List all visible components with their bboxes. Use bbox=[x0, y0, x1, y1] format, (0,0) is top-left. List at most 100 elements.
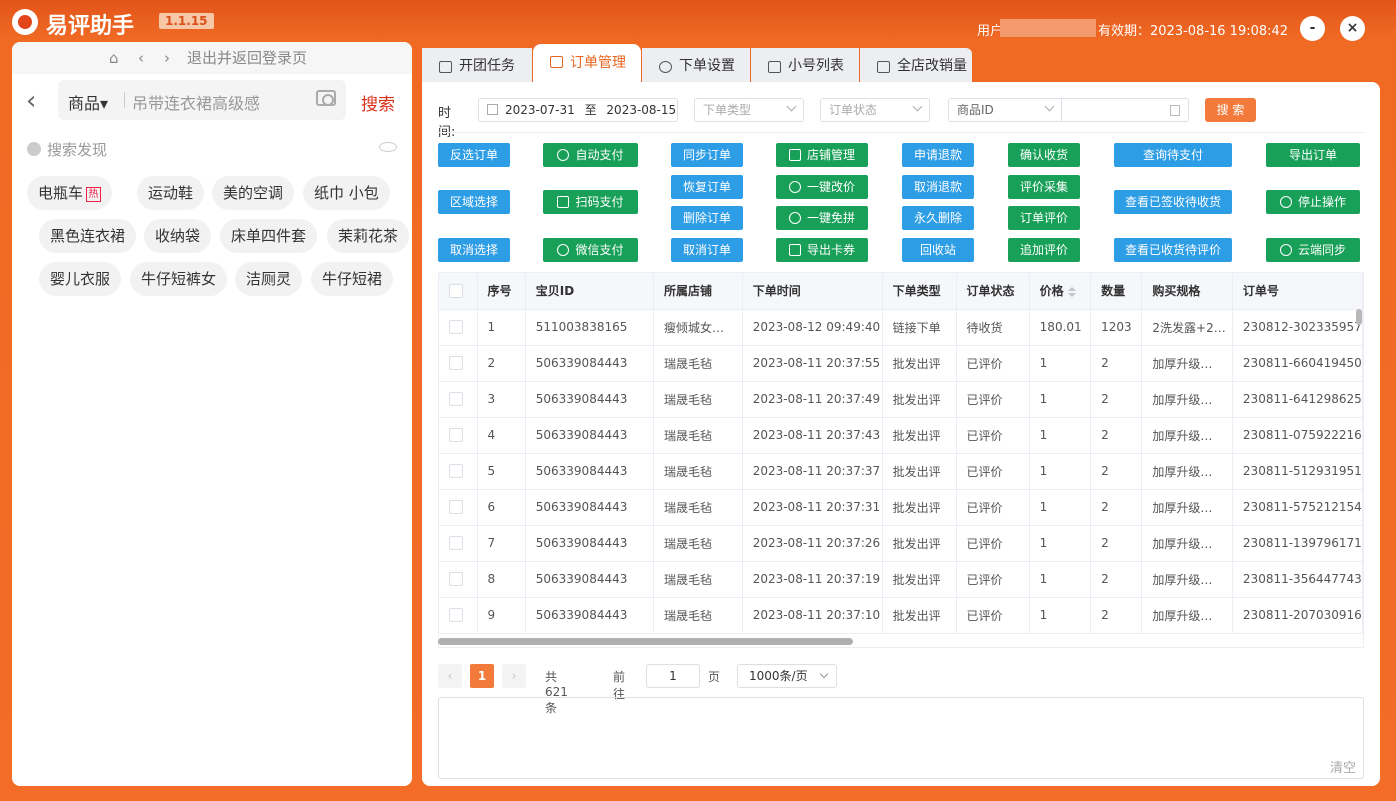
page-number-current[interactable]: 1 bbox=[470, 664, 494, 688]
vertical-scrollbar[interactable] bbox=[1356, 309, 1362, 325]
export-coupons-button[interactable]: 导出卡券 bbox=[776, 238, 868, 262]
chip[interactable]: 收纳袋 bbox=[144, 219, 212, 253]
checkbox[interactable] bbox=[449, 536, 463, 551]
minimize-button[interactable]: - bbox=[1300, 16, 1325, 41]
view-signed-pending-button[interactable]: 查看已签收待收货 bbox=[1114, 190, 1232, 214]
recycle-bin-button[interactable]: 回收站 bbox=[902, 238, 974, 262]
area-select-button[interactable]: 区域选择 bbox=[438, 190, 510, 214]
confirm-receipt-button[interactable]: 确认收货 bbox=[1008, 143, 1080, 167]
nav-forward-icon[interactable]: › bbox=[164, 42, 170, 74]
row-checkbox-cell[interactable] bbox=[439, 381, 478, 418]
chip[interactable]: 茉莉花茶 bbox=[327, 219, 410, 253]
date-range-picker[interactable]: 2023-07-31 至 2023-08-15 bbox=[478, 98, 678, 122]
filter-search-button[interactable]: 搜 索 bbox=[1205, 98, 1256, 122]
chip[interactable]: 运动鞋 bbox=[137, 176, 205, 210]
add-review-button[interactable]: 追加评价 bbox=[1008, 238, 1080, 262]
checkbox[interactable] bbox=[449, 608, 463, 623]
cloud-sync-button[interactable]: 云端同步 bbox=[1266, 238, 1360, 262]
price-column-header[interactable]: 价格 bbox=[1029, 273, 1092, 310]
row-checkbox-cell[interactable] bbox=[439, 309, 478, 346]
delete-orders-button[interactable]: 删除订单 bbox=[671, 206, 743, 230]
sort-icon[interactable] bbox=[1067, 286, 1076, 297]
nav-back-icon[interactable]: ‹ bbox=[138, 42, 144, 74]
tab-order-management[interactable]: 订单管理 bbox=[533, 44, 641, 86]
page-size-select[interactable]: 1000条/页 bbox=[737, 664, 837, 688]
checkbox[interactable] bbox=[449, 464, 463, 479]
chip[interactable]: 纸巾 小包 bbox=[303, 176, 390, 210]
chip[interactable]: 婴儿衣服 bbox=[39, 262, 122, 296]
back-arrow-icon[interactable]: ‹ bbox=[26, 86, 36, 116]
cancel-select-button[interactable]: 取消选择 bbox=[438, 238, 510, 262]
store-manage-button[interactable]: 店铺管理 bbox=[776, 143, 868, 167]
logout-link[interactable]: 退出并返回登录页 bbox=[187, 42, 307, 74]
stop-operation-button[interactable]: 停止操作 bbox=[1266, 190, 1360, 214]
wechat-pay-button[interactable]: 微信支付 bbox=[543, 238, 638, 262]
search-category-dropdown[interactable]: 商品▾ bbox=[68, 90, 108, 114]
invert-select-button[interactable]: 反选订单 bbox=[438, 143, 510, 167]
chip[interactable]: 电瓶车热 bbox=[27, 176, 113, 210]
table-row[interactable]: 6 506339084443 瑞晟毛毡 2023-08-11 20:37:31 批发出评… bbox=[439, 489, 1363, 526]
export-orders-button[interactable]: 导出订单 bbox=[1266, 143, 1360, 167]
tab-store-sales[interactable]: 全店改销量 bbox=[860, 48, 972, 84]
checkbox[interactable] bbox=[449, 356, 463, 371]
chip[interactable]: 牛仔短裙 bbox=[311, 262, 394, 296]
select-all-checkbox[interactable] bbox=[439, 273, 478, 310]
clear-log-button[interactable]: 清空 bbox=[1330, 757, 1356, 776]
eye-icon[interactable] bbox=[379, 142, 397, 152]
row-checkbox-cell[interactable] bbox=[439, 597, 478, 634]
search-button[interactable]: 搜索 bbox=[361, 90, 395, 115]
table-row[interactable]: 9 506339084443 瑞晟毛毡 2023-08-11 20:37:10 批发出评… bbox=[439, 597, 1363, 634]
checkbox[interactable] bbox=[449, 500, 463, 515]
tab-order-settings[interactable]: 下单设置 bbox=[642, 48, 750, 84]
log-output-area[interactable] bbox=[438, 697, 1364, 779]
cancel-orders-button[interactable]: 取消订单 bbox=[671, 238, 743, 262]
row-checkbox-cell[interactable] bbox=[439, 489, 478, 526]
chip[interactable]: 洁厕灵 bbox=[235, 262, 303, 296]
restore-orders-button[interactable]: 恢复订单 bbox=[671, 175, 743, 199]
chip[interactable]: 牛仔短裤女 bbox=[130, 262, 228, 296]
checkbox[interactable] bbox=[449, 428, 463, 443]
search-box[interactable]: 商品▾ 吊带连衣裙高级感 bbox=[58, 80, 346, 120]
checkbox[interactable] bbox=[449, 392, 463, 407]
free-group-button[interactable]: 一键免拼 bbox=[776, 206, 868, 230]
scan-pay-button[interactable]: 扫码支付 bbox=[543, 190, 638, 214]
table-row[interactable]: 2 506339084443 瑞晟毛毡 2023-08-11 20:37:55 批发出评… bbox=[439, 345, 1363, 382]
tab-account-list[interactable]: 小号列表 bbox=[751, 48, 859, 84]
prev-page-button[interactable]: ‹ bbox=[438, 664, 462, 688]
request-refund-button[interactable]: 申请退款 bbox=[902, 143, 974, 167]
next-page-button[interactable]: › bbox=[502, 664, 526, 688]
review-collect-button[interactable]: 评价采集 bbox=[1008, 175, 1080, 199]
reprice-button[interactable]: 一键改价 bbox=[776, 175, 868, 199]
field-select[interactable]: 商品ID bbox=[948, 98, 1062, 122]
view-received-pending-review-button[interactable]: 查看已收货待评价 bbox=[1114, 238, 1232, 262]
table-row[interactable]: 5 506339084443 瑞晟毛毡 2023-08-11 20:37:37 批发出评… bbox=[439, 453, 1363, 490]
auto-pay-button[interactable]: 自动支付 bbox=[543, 143, 638, 167]
row-checkbox-cell[interactable] bbox=[439, 561, 478, 598]
checkbox[interactable] bbox=[449, 572, 463, 587]
table-row[interactable]: 1 511003838165 瘦倾城女… 2023-08-12 09:49:40 链接下… bbox=[439, 309, 1363, 346]
checkbox[interactable] bbox=[449, 320, 463, 335]
camera-icon[interactable] bbox=[316, 90, 336, 106]
checkbox[interactable] bbox=[449, 284, 463, 298]
table-row[interactable]: 7 506339084443 瑞晟毛毡 2023-08-11 20:37:26 批发出评… bbox=[439, 525, 1363, 562]
permanent-delete-button[interactable]: 永久删除 bbox=[902, 206, 974, 230]
order-status-select[interactable]: 订单状态 bbox=[820, 98, 930, 122]
order-type-select[interactable]: 下单类型 bbox=[694, 98, 804, 122]
query-pending-pay-button[interactable]: 查询待支付 bbox=[1114, 143, 1232, 167]
row-checkbox-cell[interactable] bbox=[439, 345, 478, 382]
table-row[interactable]: 4 506339084443 瑞晟毛毡 2023-08-11 20:37:43 批发出评… bbox=[439, 417, 1363, 454]
horizontal-scrollbar[interactable] bbox=[438, 638, 853, 645]
close-button[interactable]: × bbox=[1340, 16, 1365, 41]
order-review-button[interactable]: 订单评价 bbox=[1008, 206, 1080, 230]
table-row[interactable]: 8 506339084443 瑞晟毛毡 2023-08-11 20:37:19 批发出评… bbox=[439, 561, 1363, 598]
tab-group-tasks[interactable]: 开团任务 bbox=[422, 48, 532, 84]
chip[interactable]: 床单四件套 bbox=[220, 219, 318, 253]
chip[interactable]: 美的空调 bbox=[212, 176, 295, 210]
search-input[interactable]: 吊带连衣裙高级感 bbox=[132, 90, 260, 114]
row-checkbox-cell[interactable] bbox=[439, 525, 478, 562]
table-row[interactable]: 3 506339084443 瑞晟毛毡 2023-08-11 20:37:49 批发出评… bbox=[439, 381, 1363, 418]
goto-page-input[interactable]: 1 bbox=[646, 664, 700, 688]
row-checkbox-cell[interactable] bbox=[439, 417, 478, 454]
row-checkbox-cell[interactable] bbox=[439, 453, 478, 490]
sync-orders-button[interactable]: 同步订单 bbox=[671, 143, 743, 167]
